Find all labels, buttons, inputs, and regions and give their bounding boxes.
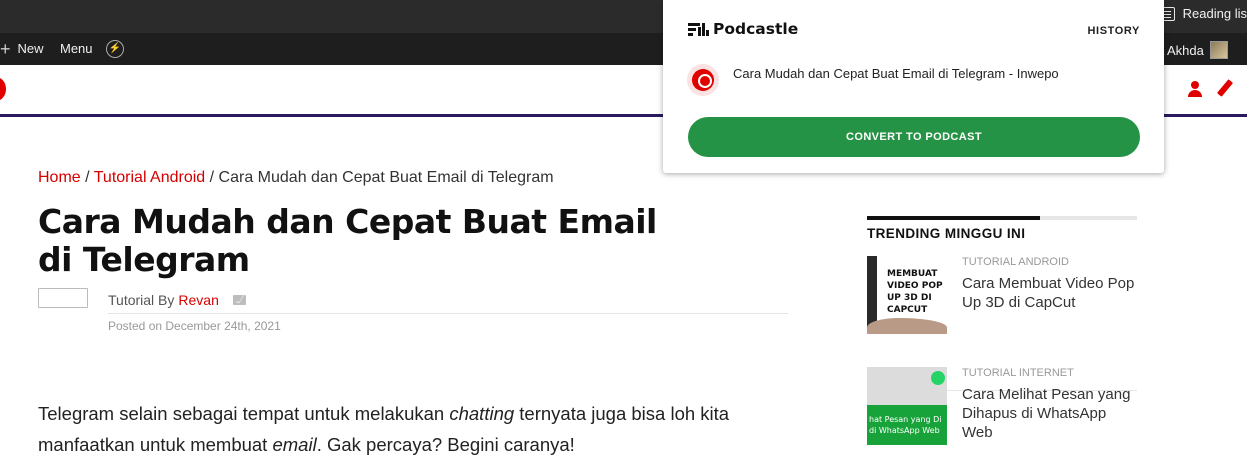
podcastle-popup: Podcastle HISTORY Cara Mudah dan Cepat B… [663,0,1164,173]
podcastle-brand: Podcastle [713,20,799,38]
byline-prefix: Tutorial By [108,292,175,308]
article-thumbnail[interactable]: hat Pesan yang Di di WhatsApp Web [867,367,947,445]
avatar [1209,41,1228,59]
reading-list-button[interactable]: Reading lis [1160,6,1247,21]
thumbnail-caption: hat Pesan yang Di di WhatsApp Web [869,415,942,435]
whatsapp-icon [931,371,945,385]
site-logo[interactable] [0,77,6,101]
author-avatar-image [38,288,88,308]
breadcrumb-home-link[interactable]: Home [38,169,81,186]
thumbnail-wave [867,318,947,334]
breadcrumb-separator: / [205,169,219,186]
article-paragraph: Telegram selain sebagai tempat untuk mel… [38,398,788,460]
page-title: Cara Mudah dan Cepat Buat Email di Teleg… [38,202,657,279]
article-thumbnail[interactable]: MEMBUAT VIDEO POP UP 3D DI CAPCUT [867,256,947,334]
history-button[interactable]: HISTORY [1088,25,1141,37]
paragraph-text: Telegram selain sebagai tempat untuk mel… [38,403,450,424]
bolt-icon[interactable]: ⚡ [106,40,124,58]
post-date: Posted on December 24th, 2021 [108,319,281,333]
breadcrumb-category-link[interactable]: Tutorial Android [94,169,205,186]
emphasis-text: chatting [449,403,515,424]
paragraph-text: . Gak percaya? Begini caranya! [316,434,575,455]
emphasis-text: email [272,434,317,455]
podcastle-logo-icon [688,20,709,38]
podcastle-logo: Podcastle [688,20,798,38]
breadcrumb-separator: / [80,169,94,186]
divider [108,313,788,314]
current-page-title: Cara Mudah dan Cepat Buat Email di Teleg… [733,66,1059,81]
article-category[interactable]: TUTORIAL ANDROID [962,256,1069,268]
byline: Tutorial By Revan [108,292,246,308]
breadcrumb-current: Cara Mudah dan Cepat Buat Email di Teleg… [218,169,554,186]
sidebar-section-title: TRENDING MINGGU INI [867,226,1026,241]
convert-to-podcast-button[interactable]: CONVERT TO PODCAST [688,117,1140,157]
site-favicon-icon [687,64,719,96]
pencil-icon[interactable] [1216,79,1234,97]
section-bar [867,216,1137,220]
new-content-button[interactable]: + New [0,38,44,59]
article-category[interactable]: TUTORIAL INTERNET [962,367,1074,379]
mail-icon[interactable] [232,295,246,305]
article-headline-link[interactable]: Cara Melihat Pesan yang Dihapus di Whats… [962,385,1137,442]
article-headline-link[interactable]: Cara Membuat Video Pop Up 3D di CapCut [962,274,1137,312]
sidebar-trending: TRENDING MINGGU INI MEMBUAT VIDEO POP UP… [867,216,1137,445]
breadcrumb: Home / Tutorial Android / Cara Mudah dan… [38,169,554,187]
list-item[interactable]: hat Pesan yang Di di WhatsApp Web TUTORI… [867,367,1137,457]
plus-icon: + [0,38,11,59]
user-icon[interactable] [1187,81,1203,99]
author-link[interactable]: Revan [178,292,218,308]
thumbnail-caption: MEMBUAT VIDEO POP UP 3D DI CAPCUT [887,269,943,315]
new-label: New [17,41,44,56]
reading-list-label: Reading lis [1182,6,1247,21]
menu-button[interactable]: Menu [60,41,93,56]
